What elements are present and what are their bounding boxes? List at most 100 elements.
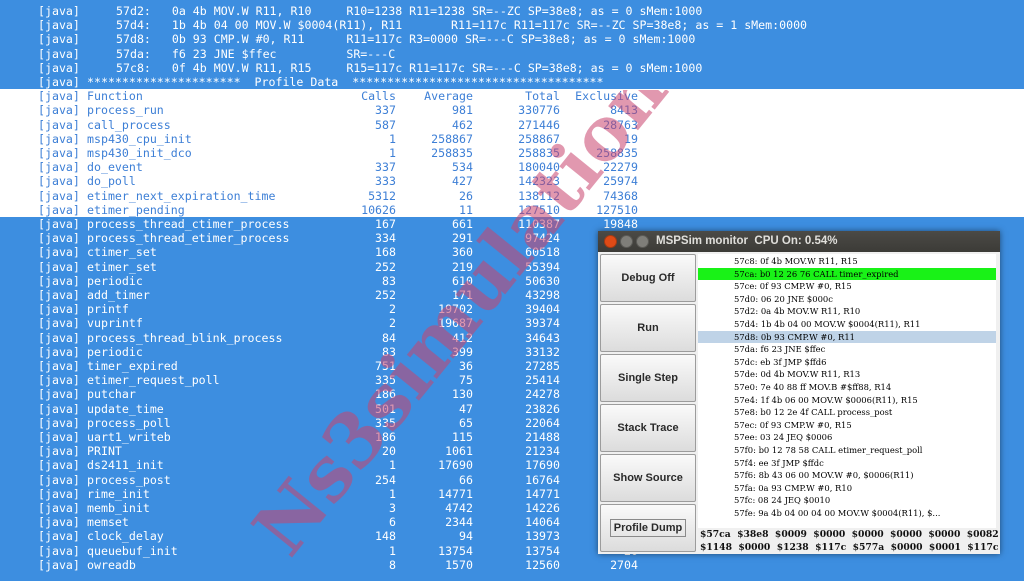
average-value: 399 — [452, 344, 473, 359]
register-row: $57ca $38e8 $0009 $0000 $0000 $0000 $000… — [700, 529, 999, 540]
average-value: 19687 — [438, 316, 473, 331]
calls-value: 501 — [375, 401, 396, 416]
line-prefix: [java] — [38, 217, 80, 231]
stack-trace-button[interactable]: Stack Trace — [600, 404, 696, 452]
average-value: 14771 — [438, 486, 473, 501]
disassembly-line[interactable]: 57da: f6 23 JNE $ffec — [698, 343, 996, 356]
trace-line: [java] 57da: f6 23 JNE $ffec SR=---C — [0, 46, 1024, 61]
function-name: etimer_next_expiration_time — [87, 188, 276, 203]
trace-line: [java] 57d2: 0a 4b MOV.W R11, R10 R10=123… — [0, 4, 1024, 19]
total-value: 97424 — [525, 231, 560, 246]
function-name: process_thread_ctimer_process — [87, 217, 290, 231]
disassembly-line[interactable]: 57fc: 08 24 JEQ $0010 — [698, 494, 996, 507]
single-step-button[interactable]: Single Step — [600, 354, 696, 402]
disassembly-line[interactable]: 57e8: b0 12 2e 4f CALL process_post — [698, 406, 996, 419]
total-value: 14064 — [525, 515, 560, 530]
function-name: rime_init — [87, 486, 150, 501]
total-value: 14771 — [525, 486, 560, 501]
function-name: add_timer — [87, 288, 150, 302]
disassembly-line[interactable]: 57ec: 0f 93 CMP.W #0, R15 — [698, 419, 996, 432]
calls-value: 337 — [375, 103, 396, 118]
calls-value: 252 — [375, 259, 396, 274]
divider-text: ********************** Profile Data ****… — [87, 75, 604, 89]
disassembly-line[interactable]: 57d0: 06 20 JNE $000c — [698, 293, 996, 306]
disassembly-line[interactable]: 57f4: ee 3f JMP $ffdc — [698, 457, 996, 470]
average-value: 26 — [459, 188, 473, 203]
disassembly-line[interactable]: 57e0: 7e 40 88 ff MOV.B #$ff88, R14 — [698, 381, 996, 394]
average-value: 47 — [459, 401, 473, 416]
window-title: MSPSim monitor CPU On: 0.54% — [656, 235, 838, 247]
average-value: 65 — [459, 415, 473, 430]
calls-value: 186 — [375, 387, 396, 402]
disassembly-line[interactable]: 57de: 0d 4b MOV.W R11, R13 — [698, 368, 996, 381]
average-value: 291 — [452, 231, 473, 246]
total-value: 14226 — [525, 501, 560, 515]
profile-row: [java] call_process 587 462 271446 28763 — [0, 117, 1024, 132]
function-name: update_time — [87, 401, 164, 416]
line-prefix: [java] — [38, 415, 80, 430]
function-name: ds2411_init — [87, 458, 164, 473]
average-value: 11 — [459, 202, 473, 217]
calls-value: 186 — [375, 430, 396, 444]
disassembly-line[interactable]: 57d8: 0b 93 CMP.W #0, R11 — [698, 330, 996, 344]
profile-row: [java] process_run 337 981 330776 8413 — [0, 103, 1024, 118]
disassembly-line[interactable]: 57f6: 8b 43 06 00 MOV.W #0, $0006(R11) — [698, 469, 996, 482]
stack-trace-label: Stack Trace — [617, 422, 679, 434]
average-value: 427 — [452, 174, 473, 189]
average-value: 661 — [452, 217, 473, 231]
disassembly-line[interactable]: 57fa: 0a 93 CMP.W #0, R10 — [698, 482, 996, 495]
window-titlebar[interactable]: MSPSim monitor CPU On: 0.54% — [598, 231, 1000, 252]
exclusive-value: 25974 — [603, 174, 638, 189]
disassembly-line[interactable]: 57c8: 0f 4b MOV.W R11, R15 — [698, 255, 996, 268]
function-name: queuebuf_init — [87, 543, 178, 558]
minimize-icon[interactable] — [620, 235, 633, 248]
calls-value: 168 — [375, 245, 396, 260]
line-prefix: [java] — [38, 231, 80, 246]
line-prefix: [java] — [38, 557, 80, 572]
close-icon[interactable] — [604, 235, 617, 248]
disassembly-line[interactable]: 57ce: 0f 93 CMP.W #0, R15 — [698, 280, 996, 293]
calls-value: 2 — [389, 302, 396, 317]
function-name: process_poll — [87, 415, 171, 430]
run-button[interactable]: Run — [600, 304, 696, 352]
function-name: do_poll — [87, 174, 136, 189]
average-value: 19702 — [438, 302, 473, 317]
line-prefix: [java] — [38, 302, 80, 317]
calls-value: 587 — [375, 117, 396, 132]
average-value: 13754 — [438, 543, 473, 558]
show-source-button[interactable]: Show Source — [600, 454, 696, 502]
disassembly-line[interactable]: 57ee: 03 24 JEQ $0006 — [698, 431, 996, 444]
debug-off-button[interactable]: Debug Off — [600, 254, 696, 302]
profile-header-row: [java] Function Calls Average Total Exclusive — [0, 89, 1024, 104]
disassembly-view[interactable]: 57c8: 0f 4b MOV.W R11, R15 57ca: b0 12 26… — [698, 254, 996, 529]
total-value: 25414 — [525, 373, 560, 388]
function-name: memb_init — [87, 501, 150, 515]
profile-dump-button[interactable]: Profile Dump — [600, 504, 696, 552]
average-value: 258835 — [431, 146, 473, 160]
current-pc-line[interactable]: 57ca: b0 12 26 76 CALL timer_expired — [698, 267, 996, 281]
exclusive-value: 22279 — [603, 160, 638, 175]
disassembly-line[interactable]: 57d4: 1b 4b 04 00 MOV.W $0004(R11), R11 — [698, 318, 996, 331]
calls-value: 5312 — [368, 188, 396, 203]
disassembly-line[interactable]: 57e4: 1f 4b 06 00 MOV.W $0006(R11), R15 — [698, 394, 996, 407]
line-prefix: [java] — [38, 188, 80, 203]
mspsim-monitor-window[interactable]: MSPSim monitor CPU On: 0.54% Debug Off R… — [598, 231, 1000, 554]
line-prefix: [java] — [38, 472, 80, 487]
line-prefix: [java] — [38, 444, 80, 459]
function-name: etimer_request_poll — [87, 373, 220, 388]
average-value: 75 — [459, 373, 473, 388]
line-prefix: [java] — [38, 89, 80, 104]
disassembly-line[interactable]: 57dc: eb 3f JMP $ffd6 — [698, 356, 996, 369]
line-prefix: [java] — [38, 373, 80, 388]
exclusive-value: 258835 — [596, 146, 638, 160]
average-value: 258867 — [431, 131, 473, 146]
disassembly-line[interactable]: 57fe: 9a 4b 04 00 04 00 MOV.W $0004(R11)… — [698, 507, 996, 520]
maximize-icon[interactable] — [636, 235, 649, 248]
average-value: 360 — [452, 245, 473, 260]
disassembly-line[interactable]: 57d2: 0a 4b MOV.W R11, R10 — [698, 305, 996, 318]
disassembly-line[interactable]: 57f0: b0 12 78 58 CALL etimer_request_po… — [698, 444, 996, 457]
function-name: timer_expired — [87, 359, 178, 373]
line-prefix: [java] — [38, 359, 80, 373]
line-prefix: [java] — [38, 330, 80, 345]
function-name: uart1_writeb — [87, 430, 171, 444]
